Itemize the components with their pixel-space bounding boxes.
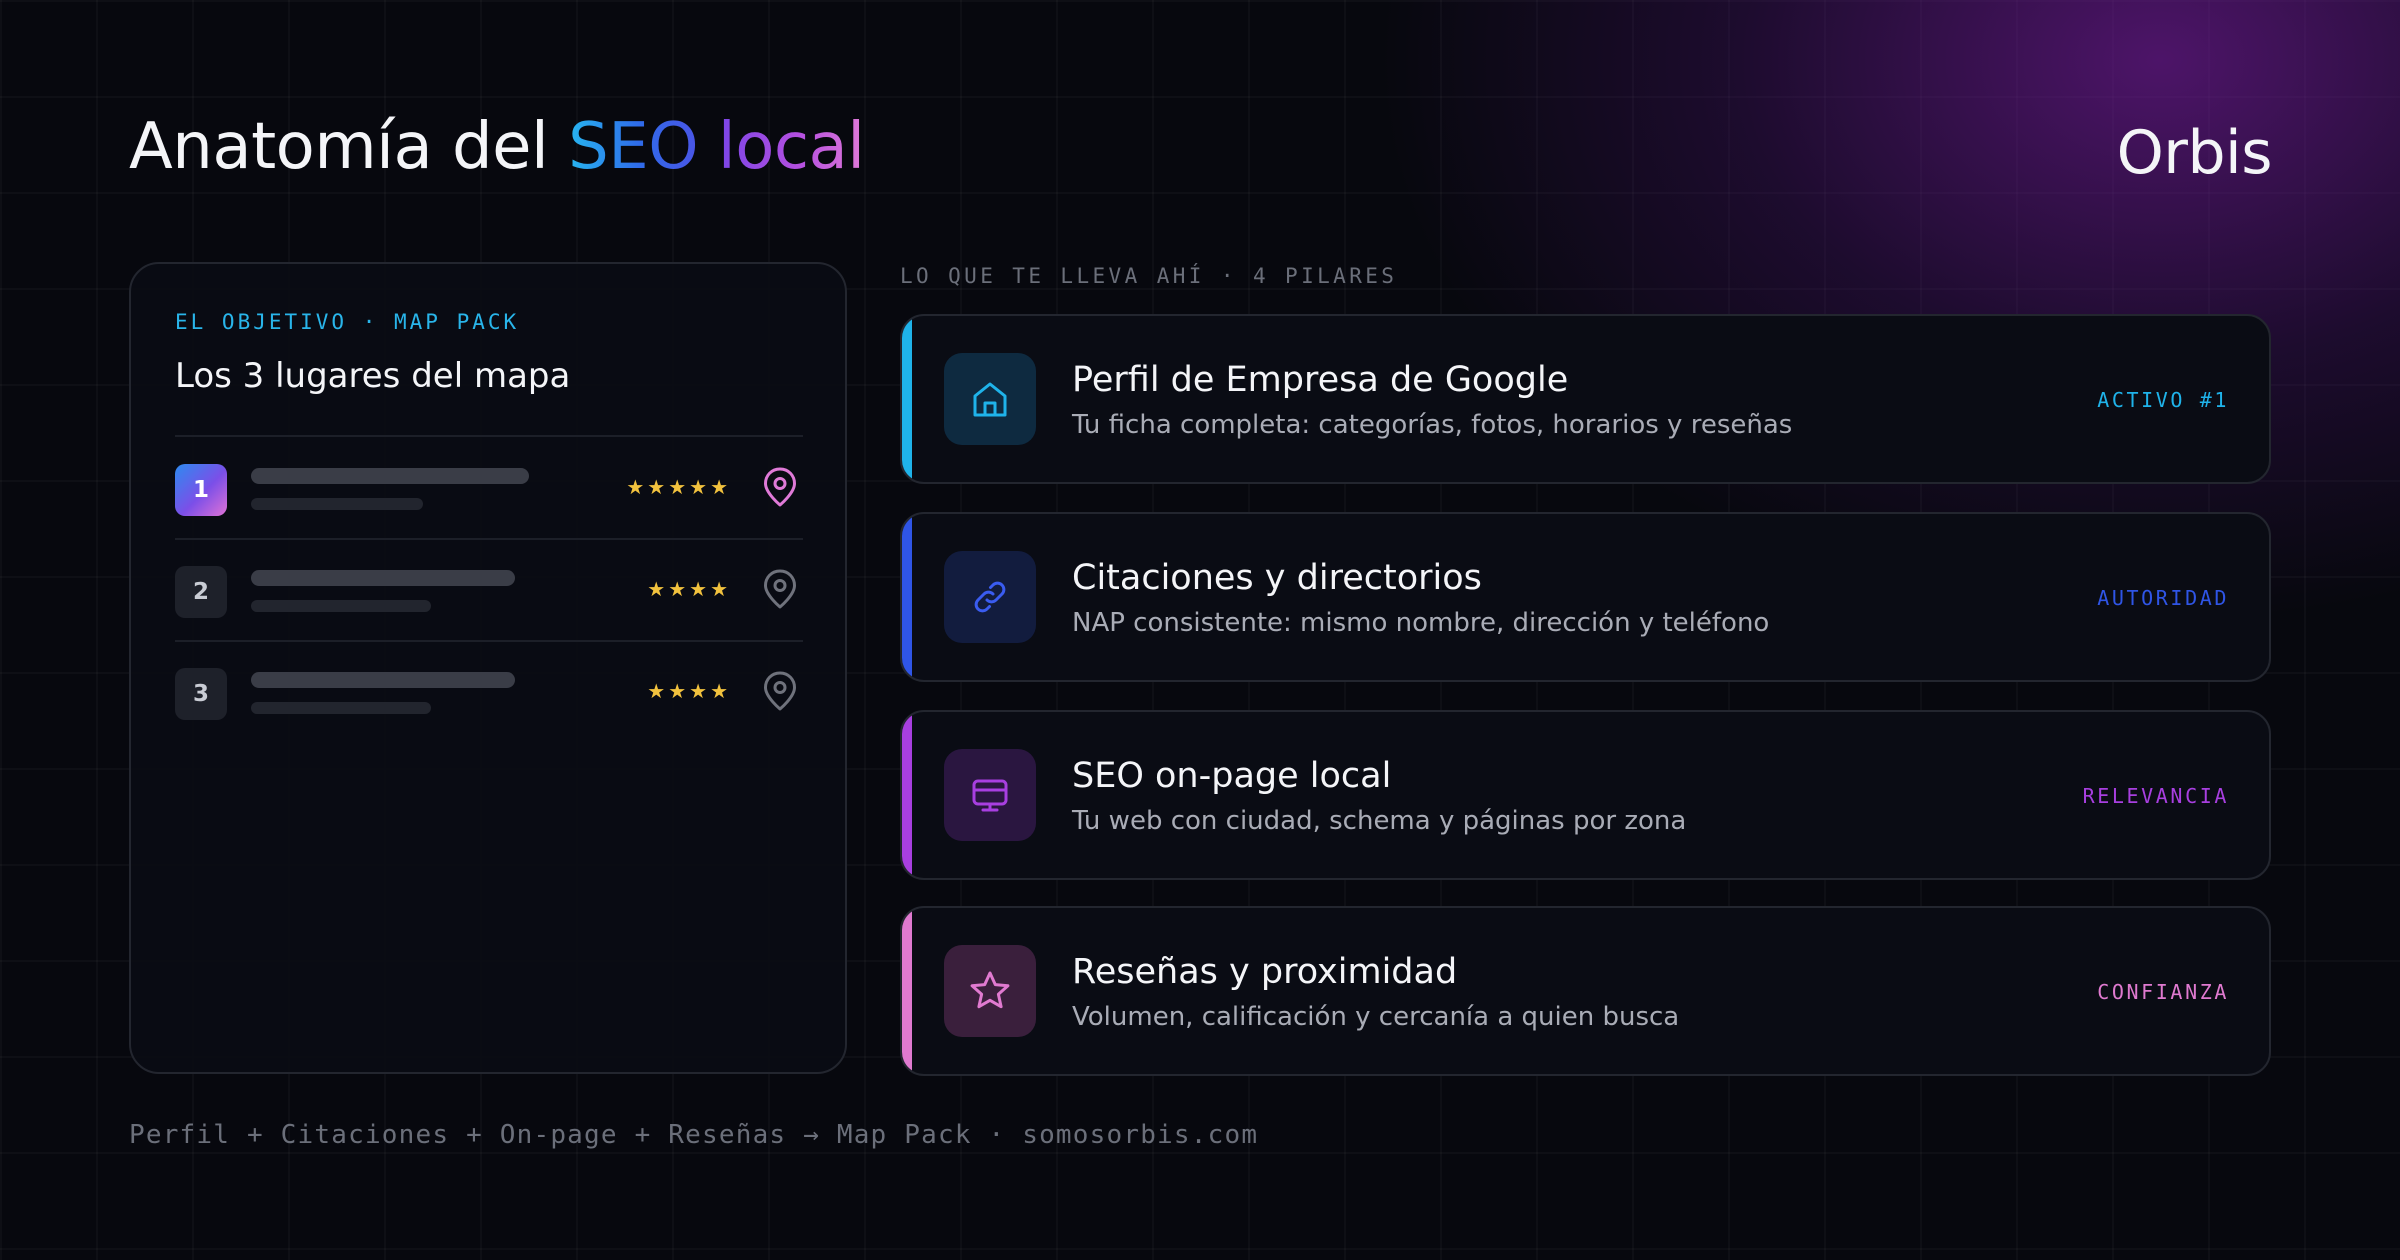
pillar-card-onpage: SEO on-page local Tu web con ciudad, sch… [900,710,2271,880]
pillar-title: Perfil de Empresa de Google [1072,360,1569,400]
divider [175,435,803,437]
pillar-description: Tu ficha completa: categorías, fotos, ho… [1072,410,1793,440]
pillar-icon-box [944,945,1036,1037]
link-icon [974,581,1006,613]
rank-badge: 2 [175,566,227,618]
objective-title: Los 3 lugares del mapa [175,356,571,396]
pillar-title: Citaciones y directorios [1072,558,1482,598]
pillar-tag: RELEVANCIA [2082,784,2229,808]
listing-title-placeholder [251,672,515,688]
pillar-icon-box [944,551,1036,643]
pillar-icon-box [944,749,1036,841]
pillar-accent-bar [902,316,912,482]
pillar-tag: ACTIVO #1 [2097,388,2229,412]
listing-title-placeholder [251,468,529,484]
rating-stars: ★★★★ [647,577,731,601]
pillar-tag: CONFIANZA [2097,980,2229,1004]
rating-stars: ★★★★ [647,679,731,703]
title-prefix: Anatomía del [129,110,549,184]
map-pin-icon [764,467,796,507]
title-highlight-local: local [717,110,865,184]
map-pin-icon [764,671,796,711]
pillar-card-reviews: Reseñas y proximidad Volumen, calificaci… [900,906,2271,1076]
rank-badge: 1 [175,464,227,516]
map-pack-row-2: 2 ★★★★ [175,540,803,640]
star-icon [970,971,1010,1009]
pillar-icon-box [944,353,1036,445]
objective-eyebrow: EL OBJETIVO · MAP PACK [175,310,520,334]
map-pack-row-1: 1 ★★★★★ [175,438,803,538]
pillar-tag: AUTORIDAD [2097,586,2229,610]
footer-caption: Perfil + Citaciones + On-page + Reseñas … [129,1120,1259,1150]
page-title: Anatomía del SEO local [129,110,865,184]
pillar-description: Volumen, calificación y cercanía a quien… [1072,1002,1680,1032]
rank-badge: 3 [175,668,227,720]
pillar-accent-bar [902,712,912,878]
pillar-accent-bar [902,908,912,1074]
pillar-accent-bar [902,514,912,680]
title-highlight-seo: SEO [568,110,699,184]
pillars-eyebrow: LO QUE TE LLEVA AHÍ · 4 PILARES [900,264,1398,288]
storefront-icon [973,382,1007,417]
rating-stars: ★★★★★ [626,475,731,499]
brand-logo: Orbis [2116,118,2273,188]
map-pack-row-3: 3 ★★★★ [175,642,803,742]
pillar-title: Reseñas y proximidad [1072,952,1458,992]
listing-subtitle-placeholder [251,600,431,612]
pillar-description: NAP consistente: mismo nombre, dirección… [1072,608,1770,638]
listing-subtitle-placeholder [251,498,423,510]
listing-title-placeholder [251,570,515,586]
map-pack-card: EL OBJETIVO · MAP PACK Los 3 lugares del… [129,262,847,1074]
pillar-description: Tu web con ciudad, schema y páginas por … [1072,806,1687,836]
pillar-card-citations: Citaciones y directorios NAP consistente… [900,512,2271,682]
pillar-title: SEO on-page local [1072,756,1392,796]
pillar-card-google-profile: Perfil de Empresa de Google Tu ficha com… [900,314,2271,484]
listing-subtitle-placeholder [251,702,431,714]
monitor-icon [972,779,1008,812]
map-pin-icon [764,569,796,609]
